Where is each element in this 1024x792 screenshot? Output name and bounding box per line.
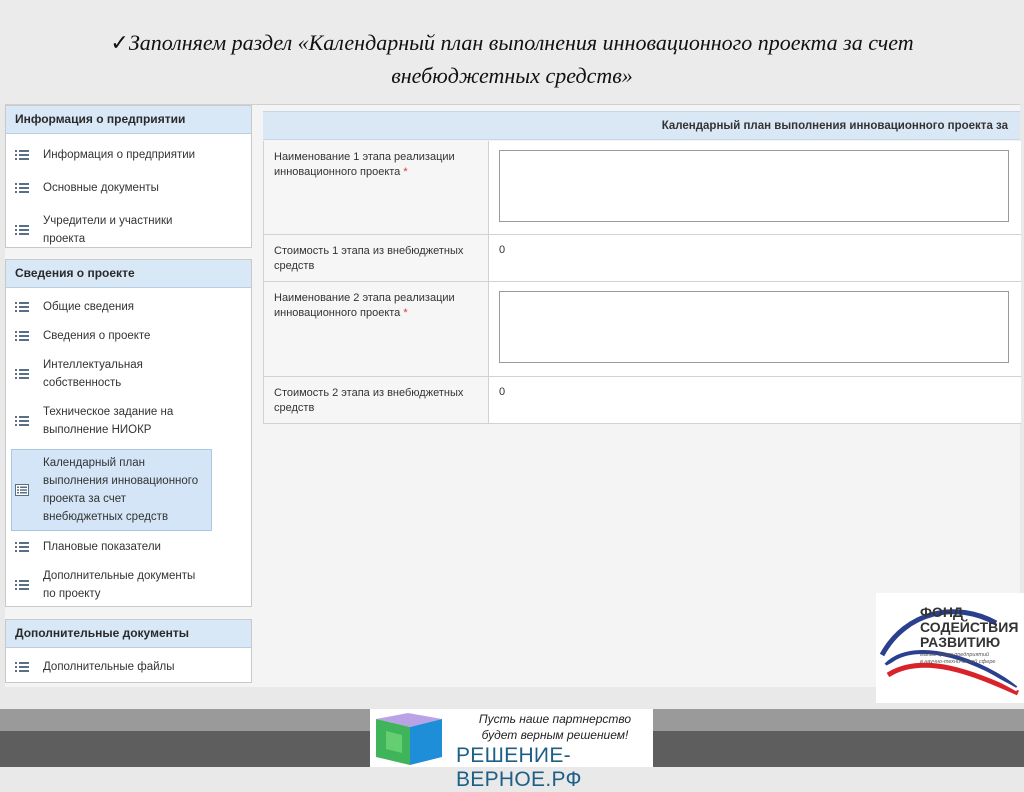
form-row-stage2-name: Наименование 2 этапа реализации инноваци… [264,282,1021,377]
slide-title: ✓Заполняем раздел «Календарный план выпо… [0,0,1024,104]
sidebar-item-label: Сведения о проекте [43,330,151,342]
sidebar-section-header: Дополнительные документы [6,620,251,648]
field-label: Стоимость 1 этапа из внебюджетных средст… [264,235,489,281]
sidebar-item-label: Дополнительные документы по проекту [43,570,196,600]
slide-title-line2: внебюджетных средств» [391,63,633,88]
sidebar-item-extra-project-docs[interactable]: Дополнительные документы по проекту [6,563,216,607]
fund-logo-line1: ФОНД [920,604,963,620]
fund-logo-line2: СОДЕЙСТВИЯ [920,618,1018,635]
stage2-cost-value: 0 [499,386,506,398]
banner-slogan: Пусть наше партнерство будет верным реше… [478,712,632,742]
field-label: Стоимость 2 этапа из внебюджетных средст… [264,377,489,423]
sidebar-section-header: Сведения о проекте [6,260,251,288]
sidebar-item-intellectual-property[interactable]: Интеллектуальная собственность [6,352,166,396]
sidebar-item-technical-task[interactable]: Техническое задание на выполнение НИОКР [6,399,196,443]
sidebar-section-header: Информация о предприятии [6,106,251,134]
fund-logo-line4: малых форм предприятий [920,651,989,658]
list-icon [15,150,29,160]
list-icon [15,369,29,379]
check-icon: ✓ [110,30,129,55]
fund-logo-line5: в научно-технической сфере [920,658,995,665]
sidebar-item-calendar-plan[interactable]: Календарный план выполнения инновационно… [11,449,212,531]
banner-site-name: РЕШЕНИЕ-ВЕРНОЕ.РФ [456,744,582,791]
cube-logo-icon [376,713,442,765]
sidebar-item-founders[interactable]: Учредители и участники проекта [6,208,196,252]
calendar-plan-form: Наименование 1 этапа реализации инноваци… [263,141,1021,424]
content-header: Календарный план выполнения инновационно… [263,111,1020,140]
sidebar-item-label: Основные документы [43,182,159,194]
sidebar-item-label: Дополнительные файлы [43,661,175,673]
fund-logo-line3: РАЗВИТИЮ [920,634,1000,650]
form-row-stage1-cost: Стоимость 1 этапа из внебюджетных средст… [264,235,1021,282]
stage2-name-input[interactable] [499,291,1009,363]
form-row-stage1-name: Наименование 1 этапа реализации инноваци… [264,141,1021,235]
sidebar-section-extra-docs: Дополнительные документы Дополнительные … [5,619,252,683]
fund-logo: ФОНД СОДЕЙСТВИЯ РАЗВИТИЮ малых форм пред… [876,593,1024,703]
sidebar-item-label: Интеллектуальная собственность [43,359,143,389]
sidebar-item-label: Техническое задание на выполнение НИОКР [43,406,174,436]
stage1-cost-value: 0 [499,244,506,256]
list-icon [15,225,29,235]
list-icon [15,662,29,672]
sidebar-item-label: Календарный план выполнения инновационно… [43,457,199,523]
form-row-stage2-cost: Стоимость 2 этапа из внебюджетных средст… [264,377,1021,424]
list-icon [15,331,29,341]
list-icon [15,580,29,590]
list-icon [15,183,29,193]
sidebar-item-main-documents[interactable]: Основные документы [6,175,251,201]
sidebar-item-extra-files[interactable]: Дополнительные файлы [6,654,251,680]
sidebar-item-general-info[interactable]: Общие сведения [6,294,251,320]
sidebar-section-company: Информация о предприятии Информация о пр… [5,105,252,248]
fund-logo-graphic: ФОНД СОДЕЙСТВИЯ РАЗВИТИЮ малых форм пред… [879,604,1019,696]
sidebar-section-project: Сведения о проекте Общие сведения Сведен… [5,259,252,607]
list-active-icon [15,484,29,496]
list-icon [15,416,29,426]
sidebar-item-project-info[interactable]: Сведения о проекте [6,323,251,349]
slide-title-line1: Заполняем раздел «Календарный план выпол… [128,30,914,55]
sidebar-item-company-info[interactable]: Информация о предприятии [6,142,251,168]
required-mark: * [403,166,408,178]
list-icon [15,302,29,312]
sidebar-item-label: Общие сведения [43,301,134,313]
field-label: Наименование 1 этапа реализации инноваци… [264,141,489,234]
sidebar-item-planned-indicators[interactable]: Плановые показатели [6,534,251,560]
sidebar-item-label: Плановые показатели [43,541,161,553]
app-screenshot: Информация о предприятии Информация о пр… [5,104,1021,687]
required-mark: * [403,307,408,319]
field-label: Наименование 2 этапа реализации инноваци… [264,282,489,376]
list-icon [15,542,29,552]
partner-banner: Пусть наше партнерство будет верным реше… [370,709,653,791]
sidebar-item-label: Информация о предприятии [43,149,196,161]
sidebar-item-label: Учредители и участники проекта [43,215,173,245]
stage1-name-input[interactable] [499,150,1009,222]
